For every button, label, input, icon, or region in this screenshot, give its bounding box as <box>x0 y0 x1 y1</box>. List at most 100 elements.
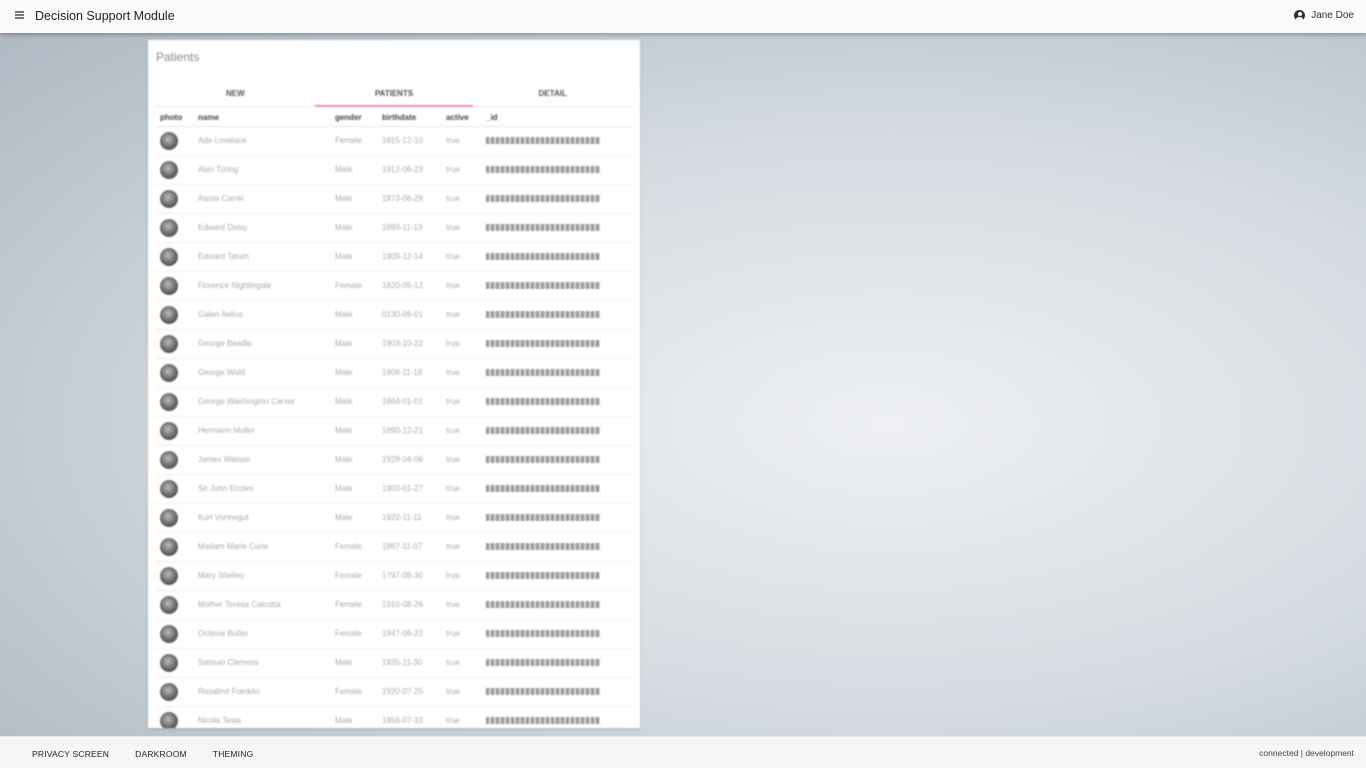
table-row[interactable]: Alexis Carrel Male 1873-06-28 true <box>156 184 632 214</box>
patient-gender-cell: Female <box>331 561 378 591</box>
patient-active: true <box>446 310 460 319</box>
table-row[interactable]: Kurt Vonnegut Male 1922-11-11 true <box>156 503 632 533</box>
photo-cell <box>156 329 194 359</box>
table-row[interactable]: Nicola Tesla Male 1856-07-10 true <box>156 706 632 728</box>
patient-gender-cell: Female <box>331 271 378 301</box>
patient-name-cell: Hermann Muller <box>194 416 331 446</box>
patient-birthdate: 1820-05-12 <box>382 281 423 290</box>
patient-birthdate-cell: 1912-06-23 <box>378 155 442 185</box>
table-row[interactable]: George Wald Male 1906-11-18 true <box>156 358 632 388</box>
patient-name-cell: Rosalind Franklin <box>194 677 331 707</box>
patient-gender: Female <box>335 600 362 609</box>
column-header-active[interactable]: active <box>442 110 482 127</box>
table-row[interactable]: Ada Lovelace Female 1815-12-10 true <box>156 126 632 156</box>
patient-birthdate: 1922-11-11 <box>382 513 422 522</box>
column-header-name[interactable]: name <box>194 110 331 127</box>
patient-active-cell: true <box>442 184 482 214</box>
patient-birthdate: 1909-12-14 <box>382 252 423 261</box>
patient-gender-cell: Male <box>331 242 378 272</box>
patient-id-cell <box>482 271 632 301</box>
patient-gender: Male <box>335 455 353 464</box>
table-row[interactable]: Galen Aelius Male 0130-09-01 true <box>156 300 632 330</box>
tab-detail[interactable]: DETAIL <box>473 85 632 106</box>
card-title: Patients <box>156 50 200 64</box>
patient-active-cell: true <box>442 271 482 301</box>
patient-name: Samuel Clemens <box>198 658 259 667</box>
patient-name-cell: Nicola Tesla <box>194 706 331 728</box>
patient-gender: Female <box>335 542 362 551</box>
patient-gender-cell: Male <box>331 503 378 533</box>
patient-birthdate: 1920-07-25 <box>382 687 423 696</box>
photo-cell <box>156 126 194 156</box>
tab-new[interactable]: NEW <box>156 85 315 106</box>
user-menu[interactable]: Jane Doe <box>1294 10 1354 21</box>
connection-status: connected | development <box>1259 748 1354 758</box>
table-row[interactable]: Hermann Muller Male 1890-12-21 true <box>156 416 632 446</box>
table-row[interactable]: Florence Nightingale Female 1820-05-12 true <box>156 271 632 301</box>
table-row[interactable]: Edward Tatum Male 1909-12-14 true <box>156 242 632 272</box>
patient-gender-cell: Female <box>331 532 378 562</box>
patient-id-redacted <box>486 514 600 521</box>
table-row[interactable]: Madam Marie Curie Female 1867-11-07 true <box>156 532 632 562</box>
table-row[interactable]: Sir John Eccles Male 1903-01-27 true <box>156 474 632 504</box>
patient-name: Mother Teresa Calcutta <box>198 600 281 609</box>
patient-active-cell: true <box>442 387 482 417</box>
patient-name: Hermann Muller <box>198 426 255 435</box>
table-row[interactable]: James Watson Male 1928-04-06 true <box>156 445 632 475</box>
patient-name-cell: Ada Lovelace <box>194 126 331 156</box>
patient-name: Florence Nightingale <box>198 281 272 290</box>
patient-gender: Male <box>335 513 353 522</box>
patient-name: Nicola Tesla <box>198 716 241 725</box>
patient-birthdate-cell: 1820-05-12 <box>378 271 442 301</box>
patient-gender-cell: Female <box>331 619 378 649</box>
patient-name: Ada Lovelace <box>198 136 247 145</box>
patient-birthdate-cell: 1815-12-10 <box>378 126 442 156</box>
column-header-birthdate[interactable]: birthdate <box>378 110 442 127</box>
patient-birthdate-cell: 1890-12-21 <box>378 416 442 446</box>
table-row[interactable]: Mary Shelley Female 1797-08-30 true <box>156 561 632 591</box>
patient-birthdate-cell: 1906-11-18 <box>378 358 442 388</box>
darkroom-link[interactable]: DARKROOM <box>135 749 187 759</box>
table-header-row: photo name gender birthdate active _id <box>156 110 632 127</box>
column-header-gender[interactable]: gender <box>331 110 378 127</box>
photo-cell <box>156 648 194 678</box>
patient-active: true <box>446 716 460 725</box>
table-row[interactable]: Edward Doisy Male 1893-11-13 true <box>156 213 632 243</box>
patient-name-cell: Madam Marie Curie <box>194 532 331 562</box>
avatar <box>160 450 178 469</box>
patient-active: true <box>446 397 460 406</box>
footer-links: PRIVACY SCREEN DARKROOM THEMING <box>32 749 253 759</box>
table-row[interactable]: Octavia Butler Female 1947-06-22 true <box>156 619 632 649</box>
column-header-id[interactable]: _id <box>482 110 632 127</box>
table-row[interactable]: George Washington Carver Male 1864-01-01 tr… <box>156 387 632 417</box>
photo-cell <box>156 532 194 562</box>
tab-patients[interactable]: PATIENTS <box>314 85 474 107</box>
avatar <box>160 653 178 672</box>
table-row[interactable]: Alan Turing Male 1912-06-23 true <box>156 155 632 185</box>
patient-id-redacted <box>486 572 600 579</box>
patients-table: photo name gender birthdate active _id A… <box>156 110 632 728</box>
column-header-photo[interactable]: photo <box>156 110 194 127</box>
patient-birthdate: 1797-08-30 <box>382 571 423 580</box>
patient-id-redacted <box>486 630 600 637</box>
avatar <box>160 479 178 498</box>
patient-active: true <box>446 136 460 145</box>
avatar <box>160 305 178 324</box>
patient-gender: Male <box>335 223 353 232</box>
menu-icon[interactable] <box>15 11 24 19</box>
patient-birthdate: 1815-12-10 <box>382 136 423 145</box>
table-row[interactable]: Samuel Clemens Male 1835-11-30 true <box>156 648 632 678</box>
patient-id-cell <box>482 590 632 620</box>
table-row[interactable]: Rosalind Franklin Female 1920-07-25 true <box>156 677 632 707</box>
patient-active: true <box>446 368 460 377</box>
patient-active-cell: true <box>442 677 482 707</box>
patient-gender: Male <box>335 339 353 348</box>
avatar <box>160 682 178 701</box>
patient-active-cell: true <box>442 126 482 156</box>
patient-gender: Female <box>335 136 362 145</box>
privacy-screen-link[interactable]: PRIVACY SCREEN <box>32 749 109 759</box>
table-row[interactable]: Mother Teresa Calcutta Female 1910-08-26 tr… <box>156 590 632 620</box>
table-row[interactable]: George Beadle Male 1903-10-22 true <box>156 329 632 359</box>
patient-name: Edward Tatum <box>198 252 249 261</box>
theming-link[interactable]: THEMING <box>213 749 254 759</box>
